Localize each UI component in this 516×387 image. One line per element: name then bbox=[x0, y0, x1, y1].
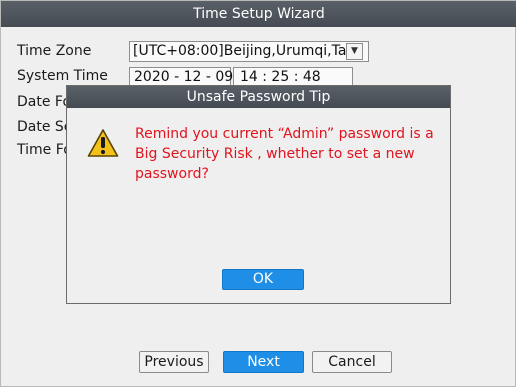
dialog-message: Remind you current “Admin” password is a… bbox=[135, 126, 434, 182]
unsafe-password-dialog: Unsafe Password Tip Remind you current “… bbox=[66, 85, 451, 304]
chevron-down-icon[interactable]: ▼ bbox=[346, 43, 363, 60]
wizard-title: Time Setup Wizard bbox=[1, 1, 516, 27]
dialog-title: Unsafe Password Tip bbox=[67, 86, 450, 108]
ok-button[interactable]: OK bbox=[222, 269, 304, 290]
time-zone-select[interactable]: [UTC+08:00]Beijing,Urumqi,Ta bbox=[129, 41, 369, 62]
time-format-label: Time Fo bbox=[17, 142, 72, 158]
next-button[interactable]: Next bbox=[223, 351, 304, 373]
date-separator-label: Date Se bbox=[17, 119, 73, 135]
time-zone-value: [UTC+08:00]Beijing,Urumqi,Ta bbox=[133, 43, 347, 59]
system-time-label: System Time bbox=[17, 68, 108, 84]
warning-triangle-icon bbox=[87, 129, 119, 157]
cancel-button[interactable]: Cancel bbox=[312, 351, 392, 373]
time-zone-label: Time Zone bbox=[17, 43, 92, 59]
previous-button[interactable]: Previous bbox=[139, 351, 209, 373]
date-format-label: Date Fo bbox=[17, 94, 72, 110]
